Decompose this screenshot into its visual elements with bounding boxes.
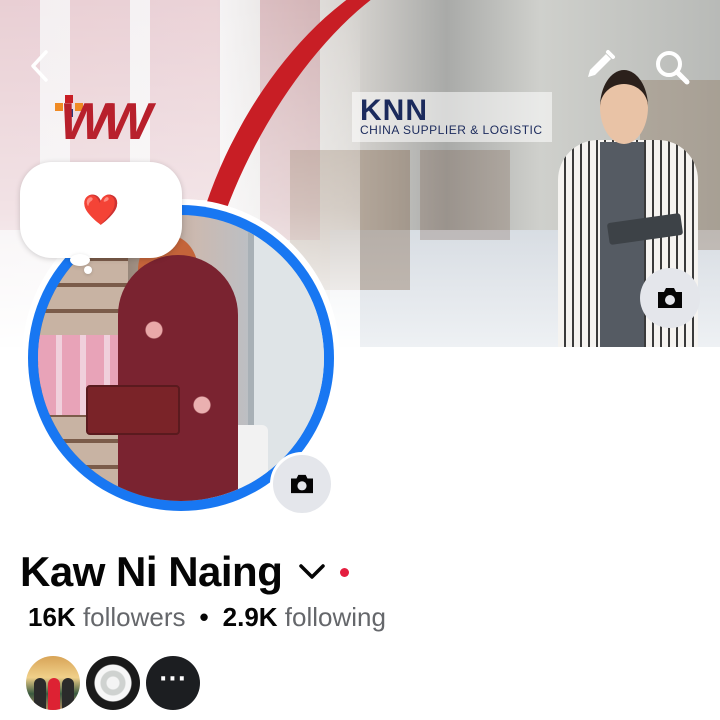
profile-name: Kaw Ni Naing — [20, 548, 283, 595]
red-dot-icon — [340, 567, 350, 577]
brand-logo-mark: WW — [53, 93, 153, 151]
search-button[interactable] — [652, 47, 692, 87]
account-switch-button[interactable] — [298, 558, 326, 586]
following-count: 2.9K — [222, 602, 278, 632]
stats-separator: • — [199, 602, 209, 632]
note-bubble-tail-dot — [84, 266, 92, 274]
followers-count: 16K — [28, 602, 76, 632]
chevron-down-icon — [299, 564, 326, 579]
more-mutuals-button[interactable]: ··· — [146, 656, 200, 710]
following-label: following — [284, 602, 386, 632]
pencil-icon — [588, 50, 615, 77]
mutual-friend-avatar[interactable] — [26, 656, 80, 710]
brand-subtitle: CHINA SUPPLIER & LOGISTIC — [360, 123, 543, 137]
back-button[interactable] — [22, 48, 58, 84]
profile-camera-button[interactable] — [270, 452, 334, 516]
note-heart-emoji: ❤️ — [82, 192, 120, 228]
note-bubble[interactable]: ❤️ — [20, 162, 182, 258]
note-bubble-tail — [70, 254, 90, 266]
profile-name-row: Kaw Ni Naing — [20, 542, 350, 602]
followers-link[interactable]: 16K followers — [28, 602, 186, 633]
chevron-left-icon — [31, 50, 48, 82]
followers-label: followers — [82, 602, 186, 632]
mutual-friend-avatar[interactable] — [86, 656, 140, 710]
following-link[interactable]: 2.9K following — [223, 602, 386, 633]
profile-stats: 16K followers • 2.9K following — [28, 602, 386, 633]
camera-icon — [658, 288, 682, 308]
camera-icon — [291, 474, 313, 494]
mutual-friends-row: ··· — [26, 656, 206, 710]
search-icon — [656, 51, 690, 85]
edit-button[interactable] — [582, 47, 618, 83]
more-icon: ··· — [158, 666, 188, 692]
cover-camera-button[interactable] — [640, 268, 700, 328]
